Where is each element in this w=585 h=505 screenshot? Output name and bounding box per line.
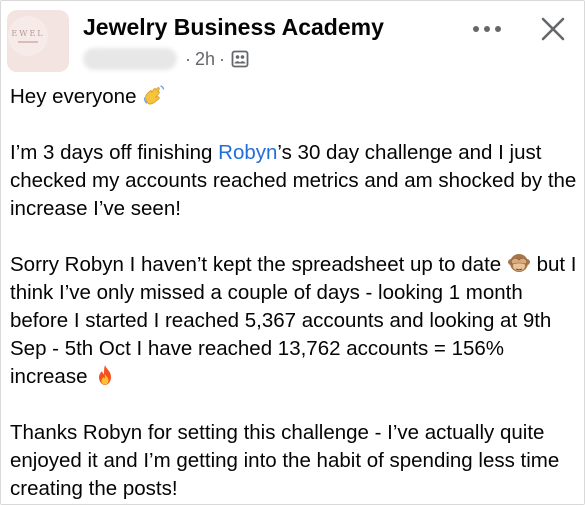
post-meta: · 2h · [83, 47, 249, 71]
fire-emoji [99, 365, 112, 385]
group-logo-text: EWEL [11, 29, 45, 38]
meta-separator: · [219, 48, 226, 69]
greeting-text: Hey everyone [10, 85, 137, 108]
post-paragraph-3: Thanks Robyn for setting this challenge … [10, 421, 560, 500]
author-name-redacted[interactable] [83, 48, 177, 70]
paragraph-1-text-a: I’m 3 days off finishing [10, 141, 219, 164]
post-timestamp[interactable]: 2h [195, 49, 215, 70]
meta-separator: · [185, 48, 191, 69]
mention-robyn-link[interactable]: Robyn [218, 141, 277, 164]
post-paragraph-2: Sorry Robyn I haven’t kept the spreadshe… [10, 251, 580, 391]
post-header: EWEL Jewelry Business Academy · 2h · [0, 0, 585, 80]
paragraph-2-text-a: Sorry Robyn I haven’t kept the spreadshe… [10, 253, 502, 276]
group-name-link[interactable]: Jewelry Business Academy [83, 14, 384, 41]
close-button[interactable] [536, 12, 570, 46]
group-logo-underline [18, 41, 38, 43]
post-paragraph-1: I’m 3 days off finishing Robyn’s 30 day … [10, 139, 580, 223]
see-no-evil-monkey-emoji [507, 254, 530, 272]
close-icon [541, 17, 565, 41]
group-logo: EWEL [8, 16, 48, 56]
more-options-button[interactable] [470, 14, 504, 44]
post-greeting: Hey everyone [10, 83, 580, 111]
post-text: Hey everyone I’m 3 days off finishing Ro… [10, 83, 580, 503]
more-horizontal-icon [473, 26, 501, 32]
group-members-icon[interactable] [231, 50, 249, 68]
group-avatar[interactable]: EWEL [7, 10, 69, 72]
waving-hand-emoji [144, 85, 165, 105]
